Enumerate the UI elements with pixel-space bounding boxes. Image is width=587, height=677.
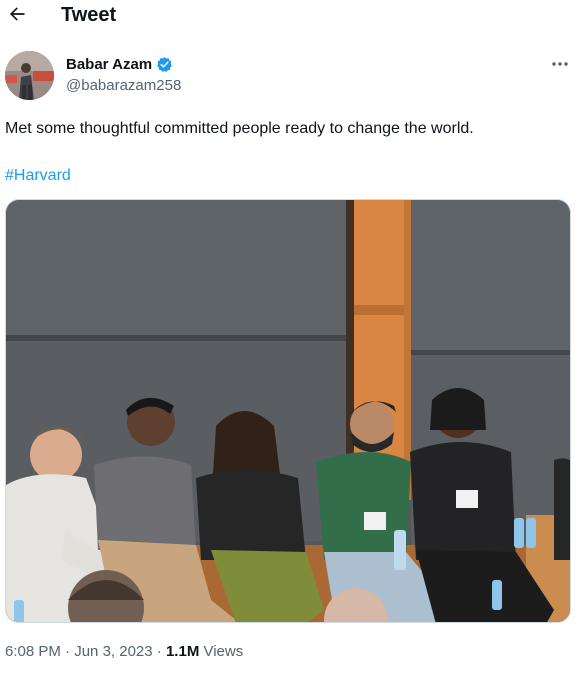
page-title: Tweet (61, 4, 117, 26)
tweet-photo[interactable] (5, 199, 571, 623)
photo-panel-discussion (6, 200, 570, 622)
more-options-button[interactable] (549, 55, 571, 73)
author-handle[interactable]: @babarazam258 (66, 76, 181, 95)
tweet-text: Met some thoughtful committed people rea… (5, 120, 474, 137)
back-button[interactable] (6, 2, 28, 26)
avatar[interactable] (5, 51, 54, 100)
more-dots-icon (552, 62, 568, 66)
arrow-left-icon (10, 7, 25, 21)
views-count: 1.1M (165, 643, 200, 660)
author-name-label: Babar Azam (66, 56, 153, 73)
hashtag-link[interactable]: #Harvard (5, 166, 71, 186)
top-bar: Tweet (0, 0, 587, 30)
profile-photo (5, 51, 54, 100)
verified-badge-icon (157, 57, 173, 73)
meta-separator: · (152, 643, 166, 660)
tweet-metadata: 6:08 PM · Jun 3, 2023 · 1.1M Views (5, 642, 243, 661)
tweet-date[interactable]: Jun 3, 2023 (74, 643, 152, 660)
tweet-time[interactable]: 6:08 PM (5, 643, 61, 660)
meta-separator: · (60, 643, 75, 660)
author-name[interactable]: Babar Azam (66, 55, 173, 74)
views-label: Views (199, 643, 244, 660)
